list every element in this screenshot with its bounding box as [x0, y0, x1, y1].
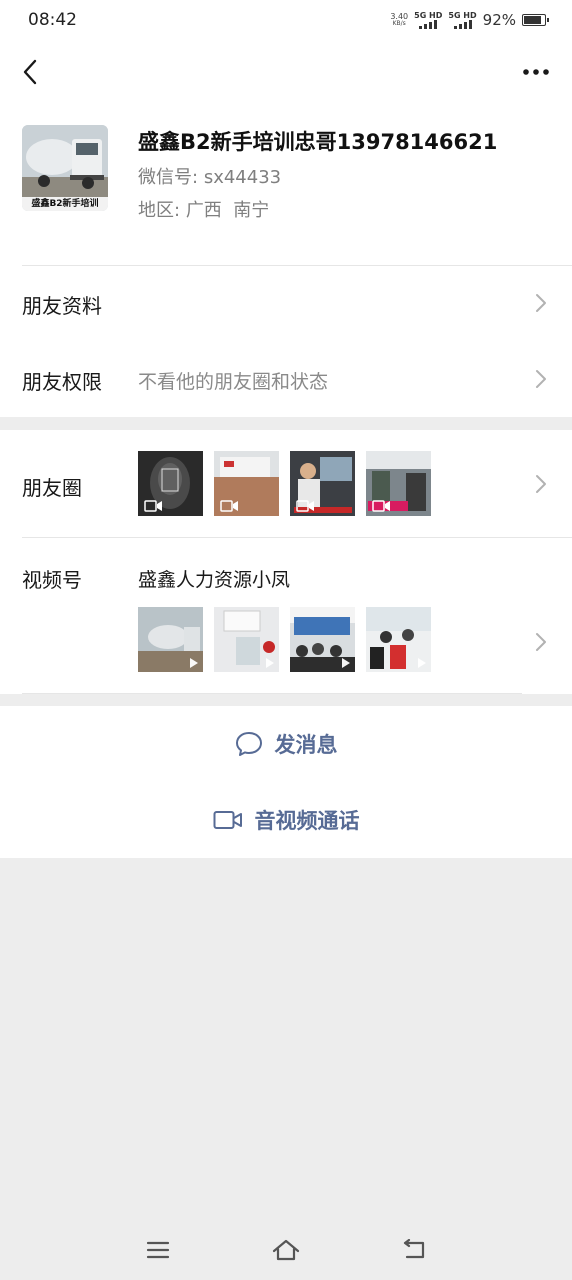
region-value: 广西 南宁 [185, 200, 270, 221]
row-moments[interactable]: 朋友圈 [0, 430, 572, 537]
av-call-label: 音视频通话 [254, 809, 360, 833]
play-icon [190, 658, 198, 668]
row-label: 视频号 [22, 568, 82, 592]
chat-bubble-icon [235, 732, 262, 756]
video-badge-icon [372, 500, 390, 512]
status-bar: 08:42 3.40 KB/s 5G HD 5G HD 92% [0, 0, 572, 40]
moments-thumbnails [138, 451, 431, 516]
row-channels[interactable]: 视频号 盛鑫人力资源小凤 [0, 538, 572, 694]
channels-name: 盛鑫人力资源小凤 [138, 569, 291, 591]
chevron-right-icon [536, 370, 546, 388]
more-dots-icon [523, 69, 549, 75]
moments-thumbnail [366, 451, 431, 516]
moments-thumbnail [138, 451, 203, 516]
send-message-button[interactable]: 发消息 [0, 706, 572, 782]
av-call-button[interactable]: 音视频通话 [0, 782, 572, 858]
region-label: 地区: [138, 200, 181, 221]
avatar-caption: 盛鑫B2新手培训 [22, 197, 108, 211]
wechat-id-label: 微信号: [138, 167, 199, 188]
video-badge-icon [144, 500, 162, 512]
play-icon [342, 658, 350, 668]
back-arrow-icon [403, 1239, 425, 1259]
region: 地区: 广西 南宁 [138, 196, 269, 222]
channels-thumbnail [138, 607, 203, 672]
menu-icon [146, 1241, 170, 1259]
wechat-id-value[interactable]: sx44433 [204, 167, 281, 188]
battery-percent: 92% [482, 11, 516, 29]
moments-channels-section: 朋友圈 视频号 盛鑫人力资源小凤 [0, 430, 572, 694]
play-icon [266, 658, 274, 668]
back-button[interactable] [14, 54, 46, 90]
row-label: 朋友圈 [22, 476, 82, 500]
system-back-button[interactable] [398, 1234, 430, 1266]
video-camera-icon [213, 811, 242, 829]
channels-thumbnail [214, 607, 279, 672]
status-indicators: 3.40 KB/s 5G HD 5G HD 92% [390, 8, 549, 32]
sim1-signal-icon: 5G HD [414, 11, 442, 29]
play-icon [418, 658, 426, 668]
row-value: 不看他的朋友圈和状态 [138, 371, 329, 393]
chevron-right-icon [536, 633, 546, 651]
system-menu-button[interactable] [142, 1234, 174, 1266]
row-friend-profile[interactable]: 朋友资料 [0, 265, 572, 341]
friend-settings-section: 朋友资料 朋友权限 不看他的朋友圈和状态 [0, 265, 572, 417]
moments-thumbnail [214, 451, 279, 516]
status-time: 08:42 [28, 10, 77, 30]
home-icon [272, 1239, 300, 1261]
actions-section: 发消息 音视频通话 [0, 706, 572, 858]
avatar-truck-image [22, 125, 108, 197]
divider [22, 693, 522, 694]
avatar[interactable]: 盛鑫B2新手培训 [22, 125, 108, 211]
chevron-left-icon [23, 59, 37, 85]
send-message-label: 发消息 [274, 733, 338, 757]
row-friend-permissions[interactable]: 朋友权限 不看他的朋友圈和状态 [0, 341, 572, 417]
wechat-id: 微信号: sx44433 [138, 163, 281, 189]
profile-name: 盛鑫B2新手培训忠哥13978146621 [138, 130, 498, 154]
row-label: 朋友权限 [22, 370, 102, 394]
system-nav-bar [0, 1220, 572, 1280]
row-label: 朋友资料 [22, 294, 102, 318]
chevron-right-icon [536, 475, 546, 493]
sim2-signal-icon: 5G HD [448, 11, 477, 29]
more-button[interactable] [520, 56, 552, 88]
system-home-button[interactable] [270, 1234, 302, 1266]
network-speed: 3.40 KB/s [390, 12, 409, 27]
channels-thumbnail [366, 607, 431, 672]
moments-thumbnail [290, 451, 355, 516]
channels-thumbnail [290, 607, 355, 672]
battery-icon [522, 14, 549, 26]
channels-thumbnails [138, 607, 431, 672]
video-badge-icon [296, 500, 314, 512]
video-badge-icon [220, 500, 238, 512]
profile-header: 盛鑫B2新手培训 盛鑫B2新手培训忠哥13978146621 微信号: sx44… [0, 104, 572, 265]
nav-bar [0, 40, 572, 104]
chevron-right-icon [536, 294, 546, 312]
